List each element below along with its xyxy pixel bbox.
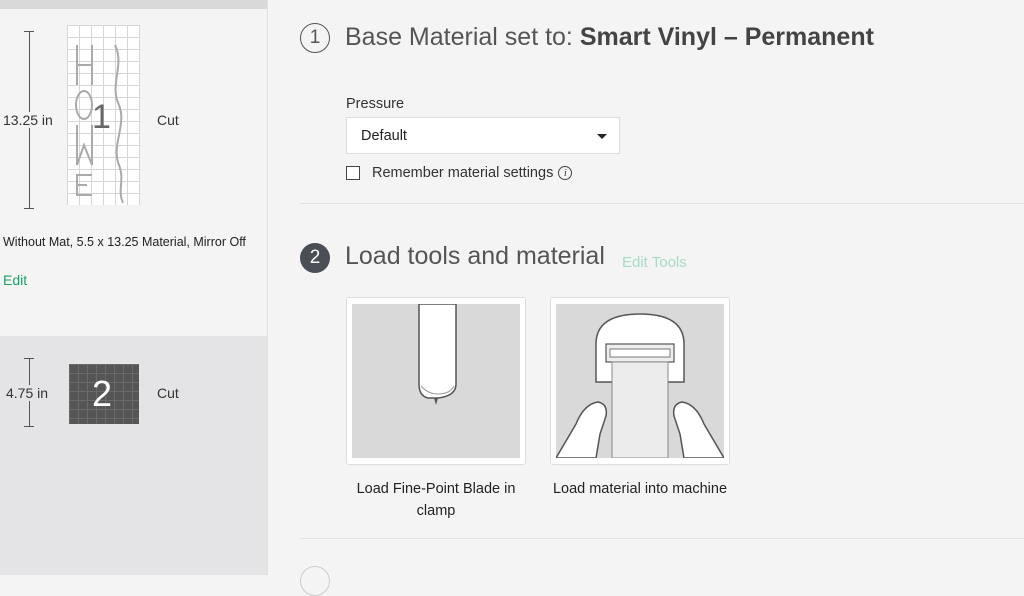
edit-tools-link[interactable]: Edit Tools — [622, 254, 687, 271]
mat-1-info: Without Mat, 5.5 x 13.25 Material, Mirro… — [3, 235, 246, 249]
pressure-label: Pressure — [346, 96, 405, 112]
blade-card-caption: Load Fine-Point Blade in clamp — [356, 481, 516, 519]
blade-card — [346, 297, 526, 465]
load-material-illustration — [556, 304, 724, 458]
pressure-value: Default — [361, 128, 407, 144]
step-2-title: Load tools and material — [345, 242, 605, 270]
mat-1-number: 1 — [92, 98, 111, 136]
step-1-title-prefix: Base Material set to: — [345, 23, 580, 51]
dimension-cap-bottom — [24, 426, 34, 427]
mat-1-height-label: 13.25 in — [3, 112, 53, 128]
step-1-indicator: 1 — [300, 23, 330, 53]
sidebar-top-bar — [0, 0, 267, 9]
fine-point-blade-icon — [418, 304, 457, 405]
dimension-cap-top — [24, 31, 34, 32]
mat-2-action: Cut — [157, 385, 179, 401]
section-divider — [300, 538, 1024, 539]
blade-illustration — [352, 304, 520, 458]
material-card-caption: Load material into machine — [552, 481, 728, 497]
mat-1-action: Cut — [157, 112, 179, 128]
material-card — [550, 297, 730, 465]
mat-2-height-label: 4.75 in — [6, 385, 49, 401]
remember-settings-row[interactable]: Remember material settings i — [346, 165, 573, 181]
pressure-dropdown[interactable]: Default — [346, 117, 620, 154]
step-1-title: Base Material set to: Smart Vinyl – Perm… — [345, 23, 874, 52]
base-material-name: Smart Vinyl – Permanent — [579, 23, 874, 51]
step-2-indicator: 2 — [300, 243, 330, 273]
mat-sidebar: 13.25 in 1 Cut Without Mat, 5.5 x 13.25 … — [0, 0, 268, 575]
remember-settings-label: Remember material settings — [372, 165, 554, 181]
remember-settings-checkbox[interactable] — [346, 166, 360, 180]
mat-1-edit-link[interactable]: Edit — [3, 272, 27, 288]
dimension-cap-top — [24, 358, 34, 359]
machine-with-hands-icon — [556, 313, 724, 458]
dimension-cap-bottom — [24, 208, 34, 209]
section-divider — [300, 203, 1024, 204]
step-3-indicator — [300, 566, 330, 596]
caret-down-icon — [597, 134, 607, 139]
mat-2-number: 2 — [92, 373, 113, 414]
info-icon[interactable]: i — [558, 166, 573, 180]
